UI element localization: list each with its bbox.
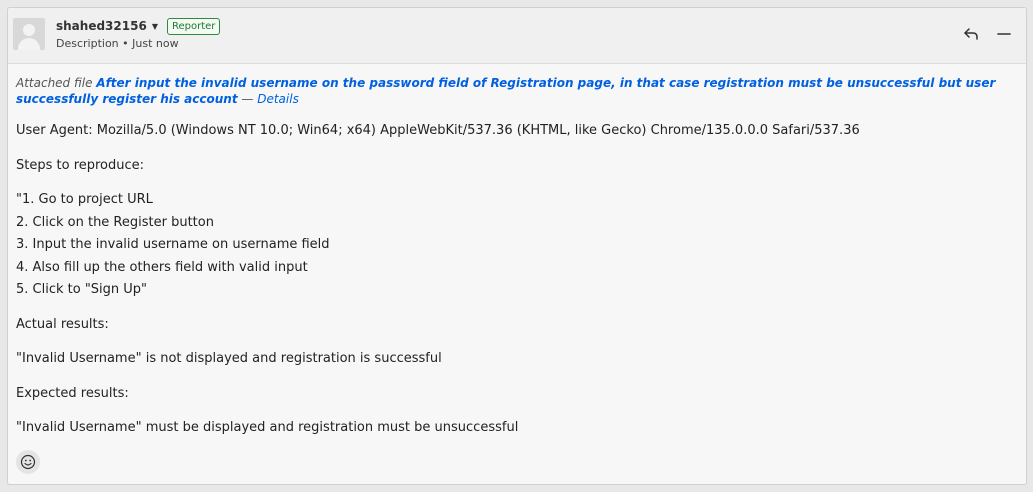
comment-body: User Agent: Mozilla/5.0 (Windows NT 10.0… [16, 120, 1016, 440]
step-item: 3. Input the invalid username on usernam… [16, 237, 330, 252]
comment-card: shahed32156 ▼ Reporter Description • Jus… [7, 7, 1027, 485]
expected-heading: Expected results: [16, 385, 129, 401]
avatar-body-shape [18, 38, 40, 50]
step-item: "1. Go to project URL [16, 192, 153, 207]
reply-icon[interactable] [960, 23, 982, 45]
caret-down-icon[interactable]: ▼ [152, 22, 158, 31]
attachment-separator: — [237, 92, 258, 106]
step-item: 2. Click on the Register button [16, 214, 214, 230]
author-line: shahed32156 ▼ Reporter [56, 17, 221, 35]
steps-heading: Steps to reproduce: [16, 157, 145, 173]
avatar[interactable] [13, 18, 45, 50]
step-item: 5. Click to "Sign Up" [16, 282, 148, 297]
attachment-details-link[interactable]: Details [257, 92, 299, 106]
expected-text: "Invalid Username" must be displayed and… [16, 420, 519, 435]
actual-text: "Invalid Username" is not displayed and … [16, 351, 442, 366]
author-name[interactable]: shahed32156 [56, 19, 147, 33]
attachment-prefix: Attached file [16, 76, 97, 90]
comment-header: shahed32156 ▼ Reporter Description • Jus… [8, 8, 1026, 64]
comment-meta: Description • Just now [56, 37, 179, 50]
actual-heading: Actual results: [16, 316, 109, 332]
role-badge: Reporter [166, 17, 221, 35]
attachment-link[interactable]: After input the invalid username on the … [16, 76, 995, 106]
user-agent-text: User Agent: Mozilla/5.0 (Windows NT 10.0… [16, 123, 860, 138]
avatar-head-shape [23, 24, 35, 36]
emoji-icon[interactable] [16, 450, 40, 474]
collapse-icon[interactable] [993, 23, 1015, 45]
step-item: 4. Also fill up the others field with va… [16, 259, 308, 275]
attachment-line: Attached file After input the invalid us… [16, 75, 1016, 107]
